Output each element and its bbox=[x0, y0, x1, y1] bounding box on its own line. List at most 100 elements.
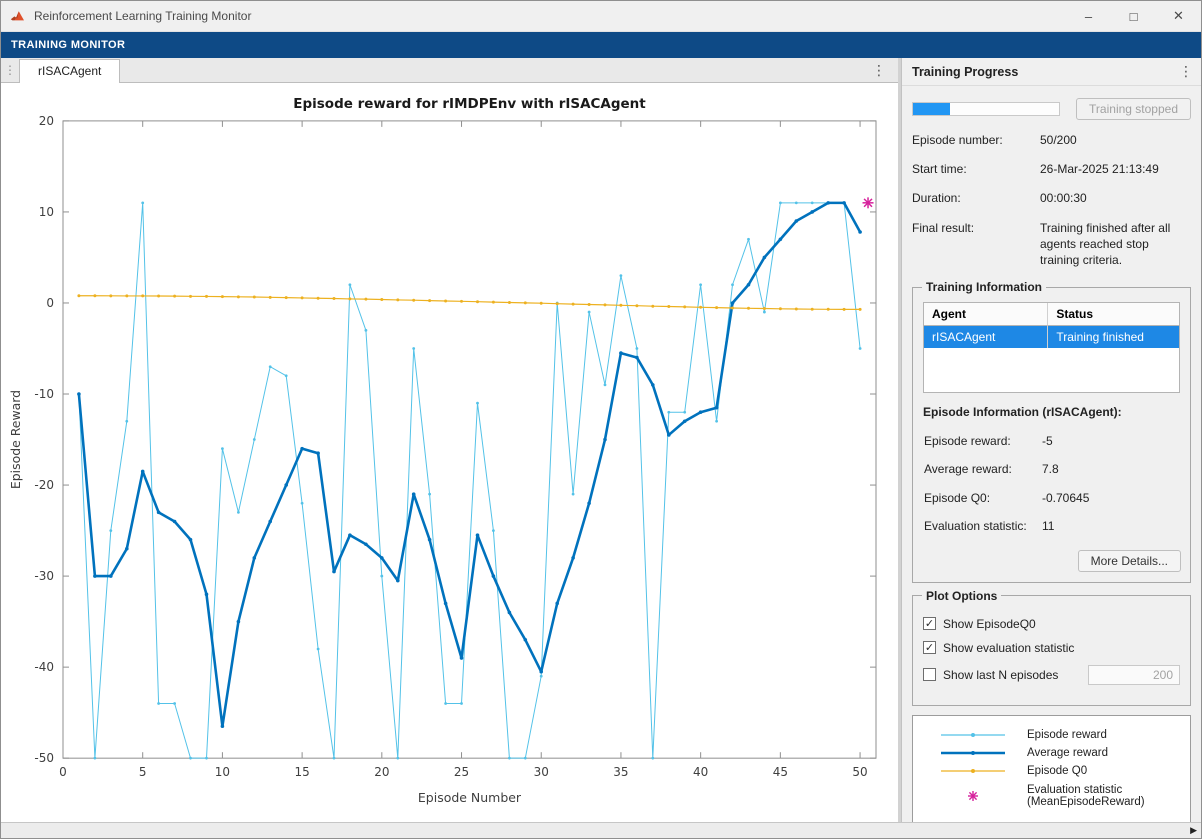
svg-text:45: 45 bbox=[773, 765, 788, 779]
svg-text:Episode Reward: Episode Reward bbox=[8, 390, 23, 489]
progress-row: Training stopped bbox=[910, 94, 1193, 130]
field-value: 00:00:30 bbox=[1040, 190, 1191, 206]
svg-text:-40: -40 bbox=[34, 660, 54, 674]
episode-information-fields: Episode reward: -5 Average reward: 7.8 E… bbox=[922, 431, 1181, 540]
plot-option-row: Show last N episodes bbox=[923, 665, 1180, 685]
legend-label: Episode reward bbox=[1027, 729, 1184, 741]
field-label: Episode number: bbox=[912, 132, 1040, 148]
svg-text:10: 10 bbox=[39, 205, 54, 219]
last-n-episodes-input[interactable] bbox=[1088, 665, 1180, 685]
svg-text:50: 50 bbox=[852, 765, 867, 779]
training-information-section: Training Information Agent Status rISACA… bbox=[912, 280, 1191, 583]
titlebar: Reinforcement Learning Training Monitor … bbox=[1, 1, 1201, 32]
chart-legend: Episode reward Average reward Episode Q0… bbox=[912, 715, 1191, 822]
field-label: Episode Q0: bbox=[924, 490, 1042, 506]
field-label: Final result: bbox=[912, 220, 1040, 269]
plot-option-checkbox-0[interactable]: ✓ bbox=[923, 617, 936, 630]
svg-text:25: 25 bbox=[454, 765, 469, 779]
window-controls: – □ ✕ bbox=[1066, 1, 1201, 31]
reward-chart-svg: 0 5 10 15 20 25 30 35 40 45 50 -50 -40 -30 -20 -10 0 10 20… bbox=[1, 83, 898, 822]
panel-body: Training stopped Episode number: 50/200 … bbox=[902, 86, 1201, 822]
field-label: Evaluation statistic: bbox=[924, 518, 1042, 534]
field-label: Episode reward: bbox=[924, 433, 1042, 449]
legend-item: Episode Q0 bbox=[919, 763, 1184, 779]
training-stopped-button[interactable]: Training stopped bbox=[1076, 98, 1191, 120]
agent-cell: rISACAgent bbox=[924, 326, 1048, 348]
plot-option-checkbox-2[interactable] bbox=[923, 668, 936, 681]
legend-sample-1 bbox=[933, 745, 1013, 761]
legend-sample-3 bbox=[933, 781, 1013, 811]
panel-header: Training Progress ⋮ bbox=[902, 58, 1201, 86]
plot-option-row: ✓ Show evaluation statistic bbox=[923, 641, 1180, 655]
more-details-row: More Details... bbox=[922, 550, 1181, 572]
app-window: Reinforcement Learning Training Monitor … bbox=[0, 0, 1202, 839]
training-information-title: Training Information bbox=[922, 280, 1046, 294]
plot-options-section: Plot Options ✓ Show EpisodeQ0 ✓ Show eva… bbox=[912, 589, 1191, 706]
close-button[interactable]: ✕ bbox=[1156, 1, 1201, 31]
svg-text:30: 30 bbox=[534, 765, 549, 779]
field-label: Average reward: bbox=[924, 461, 1042, 477]
training-progress-panel: Training Progress ⋮ Training stopped Epi… bbox=[901, 58, 1201, 822]
tab-risacagent[interactable]: rISACAgent bbox=[19, 59, 120, 83]
more-details-button[interactable]: More Details... bbox=[1078, 550, 1181, 572]
table-empty-area bbox=[924, 348, 1179, 392]
legend-item: Average reward bbox=[919, 745, 1184, 761]
svg-text:Episode Number: Episode Number bbox=[418, 790, 522, 805]
svg-text:-20: -20 bbox=[34, 478, 54, 492]
training-progress-fill bbox=[913, 103, 950, 115]
maximize-button[interactable]: □ bbox=[1111, 1, 1156, 31]
svg-text:10: 10 bbox=[215, 765, 230, 779]
svg-text:-50: -50 bbox=[34, 751, 54, 765]
window-title: Reinforcement Learning Training Monitor bbox=[34, 9, 251, 23]
expand-panel-arrow-icon[interactable]: ▶ bbox=[1190, 826, 1197, 835]
field-value: -0.70645 bbox=[1042, 490, 1179, 506]
plot-options-title: Plot Options bbox=[922, 589, 1001, 603]
progress-fields: Episode number: 50/200 Start time: 26-Ma… bbox=[910, 130, 1193, 274]
field-value: 7.8 bbox=[1042, 461, 1179, 477]
table-row[interactable]: rISACAgent Training finished bbox=[924, 326, 1179, 348]
plot-option-row: ✓ Show EpisodeQ0 bbox=[923, 617, 1180, 631]
toolstrip: TRAINING MONITOR bbox=[1, 32, 1201, 58]
episode-information-title: Episode Information (rISACAgent): bbox=[923, 405, 1180, 419]
svg-text:5: 5 bbox=[139, 765, 147, 779]
legend-item: Evaluation statistic (MeanEpisodeReward) bbox=[919, 781, 1184, 811]
legend-label: Episode Q0 bbox=[1027, 765, 1184, 777]
legend-sample-0 bbox=[933, 727, 1013, 743]
field-value: 50/200 bbox=[1040, 132, 1191, 148]
plot-option-label: Show last N episodes bbox=[943, 668, 1058, 682]
toolstrip-tab-training-monitor[interactable]: TRAINING MONITOR bbox=[11, 39, 125, 51]
svg-text:0: 0 bbox=[59, 765, 67, 779]
agent-status-table: Agent Status rISACAgent Training finishe… bbox=[923, 302, 1180, 393]
svg-text:Episode reward for rIMDPEnv wi: Episode reward for rIMDPEnv with rISACAg… bbox=[293, 96, 646, 112]
tab-grip-handle[interactable]: ⋮ bbox=[1, 63, 19, 77]
panel-kebab-menu-icon[interactable]: ⋮ bbox=[1179, 63, 1193, 80]
svg-text:35: 35 bbox=[613, 765, 628, 779]
svg-text:15: 15 bbox=[294, 765, 309, 779]
svg-text:20: 20 bbox=[374, 765, 389, 779]
workspace: ⋮ rISACAgent ⋮ 0 5 10 15 20 25 30 35 40 45 50 -50 -4… bbox=[1, 58, 1201, 822]
plot-option-label: Show evaluation statistic bbox=[943, 641, 1074, 655]
minimize-button[interactable]: – bbox=[1066, 1, 1111, 31]
bottom-strip: ▶ bbox=[1, 822, 1201, 838]
svg-text:40: 40 bbox=[693, 765, 708, 779]
legend-label: Evaluation statistic (MeanEpisodeReward) bbox=[1027, 784, 1184, 808]
svg-text:-10: -10 bbox=[34, 387, 54, 401]
field-value: Training finished after all agents reach… bbox=[1040, 220, 1191, 269]
column-header-agent: Agent bbox=[924, 303, 1048, 326]
document-kebab-menu-icon[interactable]: ⋮ bbox=[860, 62, 898, 79]
figure-area: 0 5 10 15 20 25 30 35 40 45 50 -50 -40 -30 -20 -10 0 10 20… bbox=[1, 83, 898, 822]
column-header-status: Status bbox=[1048, 303, 1179, 326]
panel-title: Training Progress bbox=[912, 65, 1018, 79]
legend-item: Episode reward bbox=[919, 727, 1184, 743]
plot-option-checkbox-1[interactable]: ✓ bbox=[923, 641, 936, 654]
svg-text:0: 0 bbox=[46, 296, 54, 310]
legend-label: Average reward bbox=[1027, 747, 1184, 759]
field-value: 11 bbox=[1042, 518, 1179, 534]
svg-text:-30: -30 bbox=[34, 569, 54, 583]
legend-sample-2 bbox=[933, 763, 1013, 779]
field-value: 26-Mar-2025 21:13:49 bbox=[1040, 161, 1191, 177]
svg-text:20: 20 bbox=[39, 114, 54, 128]
matlab-icon bbox=[10, 9, 26, 23]
training-progress-bar bbox=[912, 102, 1060, 116]
plot-option-label: Show EpisodeQ0 bbox=[943, 617, 1036, 631]
